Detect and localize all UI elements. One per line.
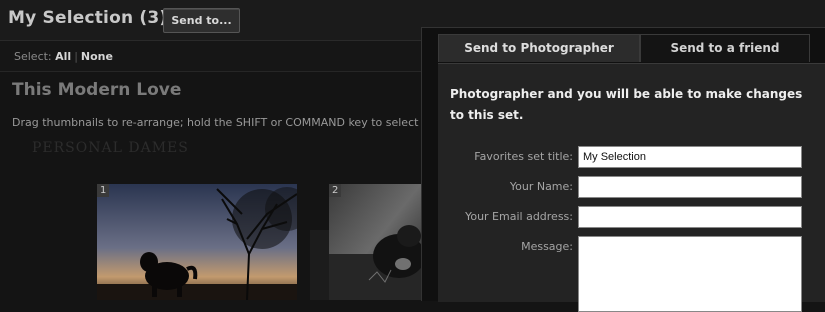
dialog-intro-text: Photographer and you will be able to mak…	[450, 87, 803, 122]
select-all-link[interactable]: All	[55, 50, 71, 63]
tab-send-to-friend[interactable]: Send to a friend	[640, 34, 810, 62]
dialog-tabs: Send to Photographer Send to a friend	[438, 34, 825, 63]
sunset-dog-photo	[97, 184, 297, 300]
select-label: Select:	[14, 50, 52, 63]
thumbnail-1[interactable]: 1	[97, 184, 297, 300]
select-none-link[interactable]: None	[81, 50, 113, 63]
thumbnail-number: 1	[97, 184, 110, 197]
watermark-text: PERSONAL DAMES	[32, 140, 189, 156]
message-row: Message:	[438, 236, 825, 312]
message-textarea[interactable]	[578, 236, 802, 312]
name-input[interactable]	[578, 176, 802, 198]
name-row: Your Name:	[438, 176, 825, 198]
instructions-text: Drag thumbnails to re-arrange; hold the …	[12, 116, 422, 129]
selection-title: My Selection (3)	[8, 8, 168, 28]
set-title: This Modern Love	[12, 80, 182, 100]
title-row: Favorites set title:	[438, 146, 825, 168]
dialog-panel: Photographer and you will be able to mak…	[438, 63, 825, 312]
send-to-button[interactable]: Send to...	[163, 8, 240, 33]
thumbnail-2[interactable]: 2	[329, 184, 421, 300]
email-row: Your Email address:	[438, 206, 825, 228]
send-to-dialog: Send to Photographer Send to a friend Ph…	[421, 27, 825, 312]
selection-dropdown[interactable]: My Selection (3)	[8, 8, 184, 28]
thumbnail-number: 2	[329, 184, 342, 197]
divider: |	[74, 50, 78, 63]
email-label: Your Email address:	[465, 210, 573, 223]
title-label: Favorites set title:	[474, 150, 573, 163]
email-input[interactable]	[578, 206, 802, 228]
message-label: Message:	[521, 240, 573, 253]
set-title-input[interactable]	[578, 146, 802, 168]
tab-send-to-photographer[interactable]: Send to Photographer	[438, 34, 640, 62]
dog-photo	[329, 184, 421, 300]
name-label: Your Name:	[509, 180, 573, 193]
